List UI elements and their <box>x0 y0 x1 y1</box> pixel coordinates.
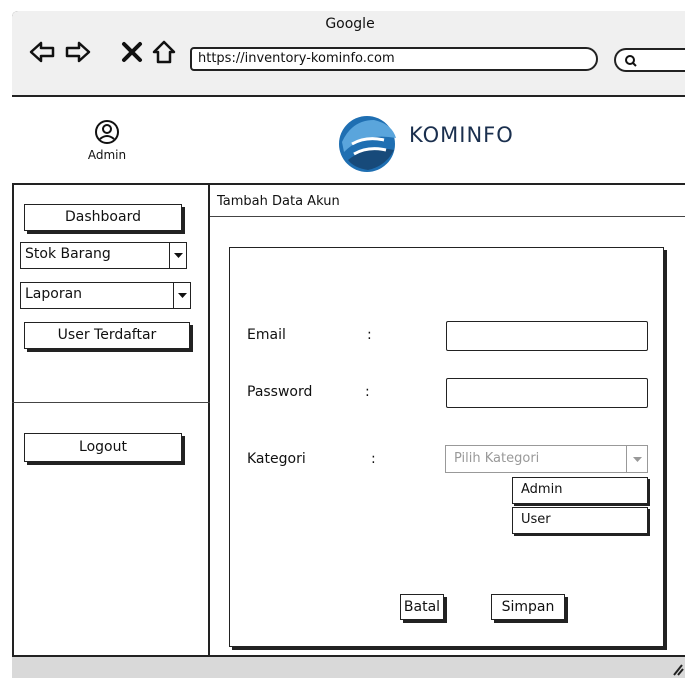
email-field[interactable] <box>446 321 648 351</box>
simpan-button[interactable]: Simpan <box>491 594 565 620</box>
batal-button[interactable]: Batal <box>400 594 444 620</box>
chevron-down-icon <box>173 283 190 308</box>
close-icon[interactable] <box>118 38 146 66</box>
back-arrow-icon[interactable] <box>28 38 56 66</box>
user-avatar-icon[interactable] <box>94 119 120 145</box>
browser-search-button[interactable] <box>614 48 685 72</box>
email-colon: : <box>367 327 372 343</box>
title-divider <box>210 216 685 217</box>
kategori-select[interactable]: Pilih Kategori <box>445 445 648 473</box>
sidebar-divider <box>12 402 210 403</box>
user-label: Admin <box>87 148 127 162</box>
email-label: Email <box>247 327 286 343</box>
kominfo-logo-icon <box>339 116 396 172</box>
sidebar-item-label: Laporan <box>25 286 83 302</box>
search-icon <box>625 55 637 67</box>
password-label: Password <box>247 384 313 400</box>
chevron-down-icon[interactable] <box>626 446 647 472</box>
logout-button[interactable]: Logout <box>24 433 182 462</box>
kategori-colon: : <box>371 451 376 467</box>
password-colon: : <box>365 384 370 400</box>
sidebar-dropdown-laporan[interactable]: Laporan <box>20 282 191 309</box>
kategori-label: Kategori <box>247 451 306 467</box>
browser-title: Google <box>325 16 375 32</box>
sidebar-item-dashboard[interactable]: Dashboard <box>24 204 182 231</box>
home-icon[interactable] <box>150 38 178 66</box>
logo-text: KOMINFO <box>409 123 514 147</box>
sidebar-dropdown-stok-barang[interactable]: Stok Barang <box>20 242 187 269</box>
password-field[interactable] <box>446 378 648 408</box>
kategori-option-user[interactable]: User <box>512 507 648 534</box>
kategori-option-admin[interactable]: Admin <box>512 477 648 504</box>
sidebar-item-user-terdaftar[interactable]: User Terdaftar <box>24 322 190 349</box>
status-bar <box>12 655 685 678</box>
resize-handle-icon[interactable] <box>672 662 684 676</box>
page-title: Tambah Data Akun <box>217 194 340 209</box>
url-bar[interactable]: https://inventory-kominfo.com <box>190 47 598 71</box>
chevron-down-icon <box>169 243 186 268</box>
forward-arrow-icon[interactable] <box>64 38 92 66</box>
sidebar-item-label: Stok Barang <box>25 246 111 262</box>
